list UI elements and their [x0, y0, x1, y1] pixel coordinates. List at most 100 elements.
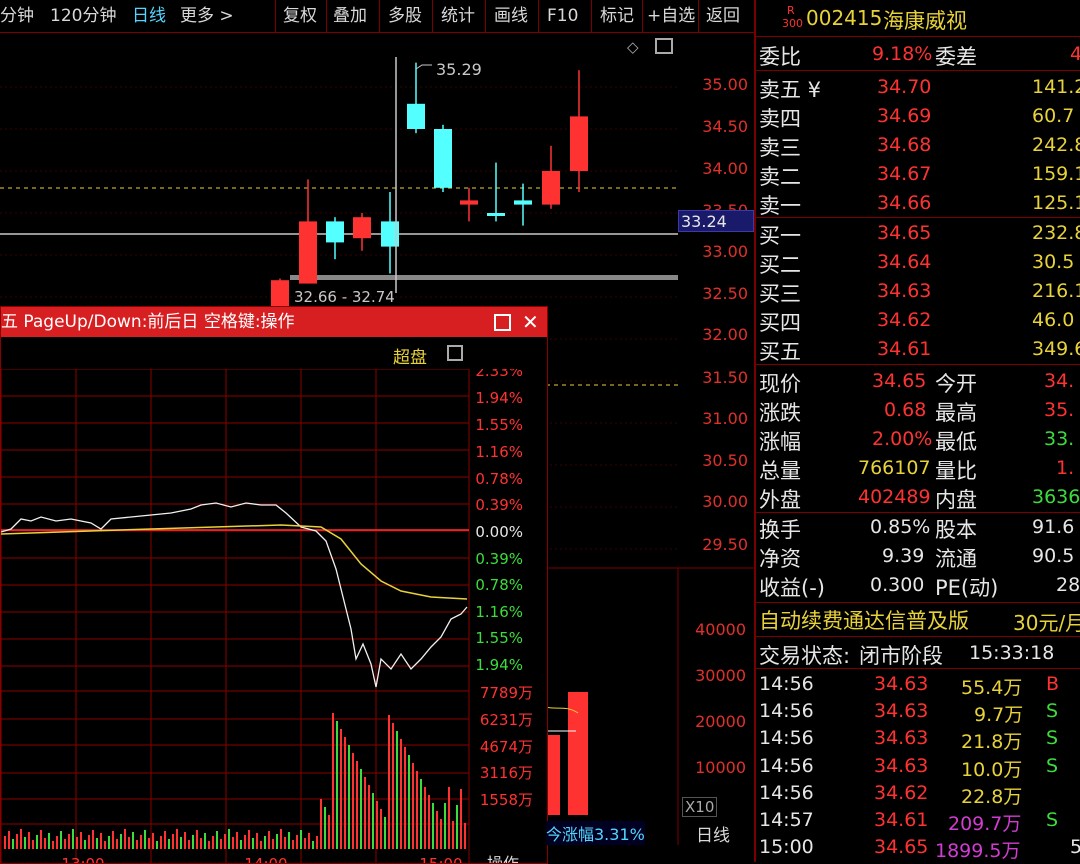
tick-volume: 21.8万: [961, 731, 1023, 754]
period-label[interactable]: 日线: [696, 821, 730, 846]
toolbar-item-7[interactable]: 统计: [441, 3, 475, 29]
stat-value: 34.65: [872, 370, 927, 392]
pct-label-down: 1.16%: [475, 603, 523, 621]
candle: [353, 213, 371, 251]
bid-price: 34.64: [877, 251, 932, 273]
bid-label: 买二: [759, 253, 801, 277]
toolbar-item-11[interactable]: +自选: [647, 3, 695, 29]
toolbar-item-1[interactable]: 120分钟: [50, 3, 116, 29]
candle: [570, 70, 588, 192]
tick-volume: 22.8万: [961, 785, 1023, 808]
toolbar-item-3[interactable]: 更多 >: [180, 3, 234, 29]
today-change-label: 今涨幅3.31%: [546, 821, 645, 845]
volume-tick-label: 40000: [695, 620, 746, 639]
popup-title-text: 五 PageUp/Down:前后日 空格键:操作: [1, 312, 295, 332]
volume-label: 3116万: [480, 764, 533, 782]
pct-label-down: 1.94%: [475, 656, 523, 674]
pct-label-up: 2.33%: [475, 369, 523, 380]
toolbar-item-2[interactable]: 日线: [132, 3, 166, 29]
ask-label: 卖五 ¥: [759, 78, 822, 102]
pct-label-down: 0.39%: [475, 550, 523, 568]
high-pointer: [415, 64, 432, 70]
ask-price: 34.67: [877, 163, 932, 185]
tick-price: 34.63: [874, 727, 929, 750]
bid-price: 34.62: [877, 309, 932, 331]
maximize-icon[interactable]: [494, 314, 511, 331]
toolbar-item-5[interactable]: 叠加: [333, 3, 367, 29]
ask-label: 卖四: [759, 107, 801, 131]
popup-titlebar[interactable]: 五 PageUp/Down:前后日 空格键:操作 ✕: [1, 307, 547, 337]
bid-label: 买三: [759, 282, 801, 306]
ask-label: 卖一: [759, 194, 801, 218]
candle: [434, 124, 452, 192]
pct-label-up: 1.16%: [475, 443, 523, 461]
bid-label: 买五: [759, 340, 801, 364]
toolbar-item-10[interactable]: 标记: [600, 3, 634, 29]
range-bar: [290, 275, 678, 280]
price-tick-label: 30.50: [702, 451, 748, 470]
separator: [756, 364, 1080, 365]
pct-label-up: 0.39%: [475, 496, 523, 514]
toolbar-item-0[interactable]: 分钟: [0, 3, 34, 29]
volume-label: 1558万: [480, 791, 533, 809]
diamond-icon[interactable]: ◇: [627, 38, 639, 56]
tick-time: 14:57: [759, 809, 814, 831]
status-value: 闭市阶段: [859, 644, 943, 668]
toolbar-item-8[interactable]: 画线: [494, 3, 528, 29]
close-icon[interactable]: ✕: [522, 307, 539, 337]
bid-volume: 30.5: [1032, 251, 1075, 273]
pct-label-down: 1.55%: [475, 629, 523, 647]
stat-label: 涨幅: [759, 430, 801, 454]
fund-label: 流通: [935, 547, 977, 571]
tick-volume: 209.7万: [948, 813, 1022, 835]
tick-volume: 1899.5万: [935, 840, 1021, 863]
stat-value: 3636: [1032, 486, 1080, 508]
toggle-icon[interactable]: [447, 345, 463, 361]
intraday-chart[interactable]: 2.33% 1.94% 1.55% 1.16% 0.78% 0.39% 0.00% 0.39%…: [1, 369, 547, 863]
tick-price: 34.62: [874, 781, 929, 804]
tick-flag: B: [1046, 673, 1060, 695]
super-panel-badge[interactable]: 超盘: [393, 343, 427, 368]
pct-label-up: 1.55%: [475, 416, 523, 434]
volume-tick-label: 10000: [695, 758, 746, 777]
tick-flag: S: [1046, 727, 1059, 750]
volume-bar: [568, 692, 588, 815]
volume-unit: X10: [682, 797, 718, 817]
price-tick-label: 31.50: [702, 368, 748, 387]
tick-time: 14:56: [759, 754, 814, 777]
fund-label: 净资: [759, 547, 801, 571]
ask-volume: 141.2: [1032, 76, 1080, 98]
price-tick-label: 35.00: [702, 75, 748, 94]
stat-label: 内盘: [935, 488, 977, 512]
price-tick-label: 32.00: [702, 325, 748, 344]
toolbar-separator: [591, 0, 592, 32]
toolbar-item-4[interactable]: 复权: [283, 3, 317, 29]
tick-time: 15:00: [759, 836, 814, 859]
tick-price: 34.63: [874, 700, 929, 723]
toolbar-item-6[interactable]: 多股: [388, 3, 422, 29]
toolbar-separator: [538, 0, 539, 32]
volume-tick-label: 20000: [695, 712, 746, 731]
price-tick-label: 34.50: [702, 117, 748, 136]
volume-label: 6231万: [480, 711, 533, 729]
weicha-label: 委差: [935, 45, 977, 69]
pct-label-zero: 0.00%: [475, 523, 523, 541]
toolbar-item-12[interactable]: 返回: [706, 3, 740, 29]
ad-banner[interactable]: 自动续费通达信普及版: [759, 605, 969, 635]
ad-price[interactable]: 30元/月: [1013, 607, 1080, 636]
weicha-value: 4: [1070, 43, 1080, 65]
toolbar-item-9[interactable]: F10: [547, 3, 578, 29]
panel-toggle-icon[interactable]: [655, 38, 673, 54]
candle: [326, 217, 344, 260]
tick-price: 34.63: [874, 673, 929, 695]
stock-name: 海康威视: [883, 9, 967, 33]
intraday-popup[interactable]: 五 PageUp/Down:前后日 空格键:操作 ✕ 超盘 2.33% 1.94%…: [0, 306, 548, 864]
avg-price-line: [1, 524, 468, 600]
price-tick-label: 29.50: [702, 535, 748, 554]
volume-chart[interactable]: 40000300002000010000指标模板+−: [546, 565, 754, 845]
pct-label-up: 1.94%: [475, 389, 523, 407]
stat-value: 35.: [1044, 399, 1075, 421]
separator: [756, 602, 1080, 603]
low-range-label: 32.66 - 32.74: [294, 288, 395, 306]
toolbar-separator: [485, 0, 486, 32]
